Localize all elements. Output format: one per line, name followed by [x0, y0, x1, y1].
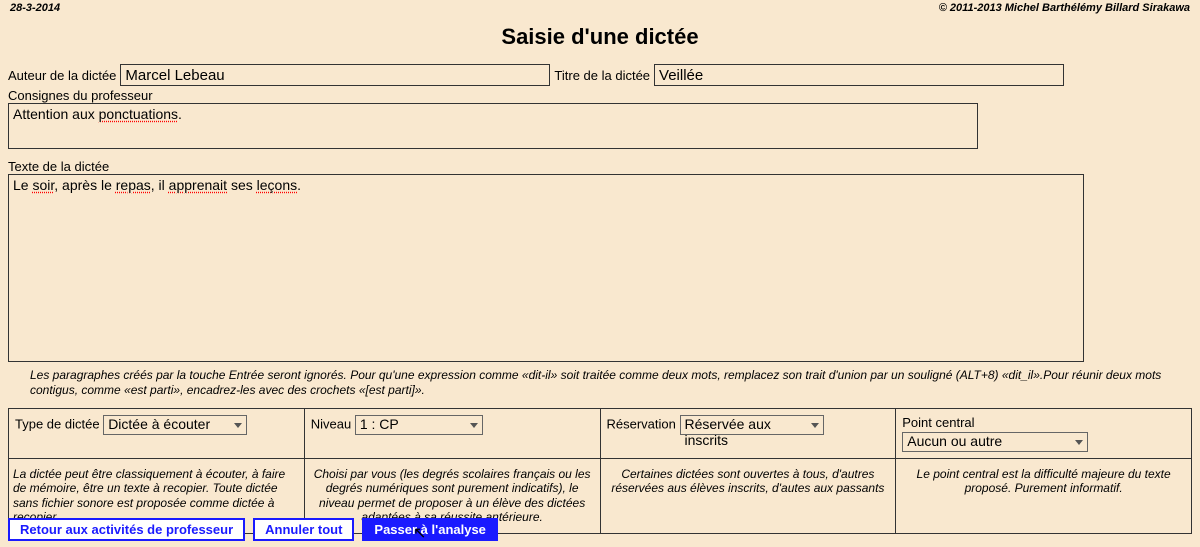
instructions-textarea[interactable]: Attention aux ponctuations. [8, 103, 978, 149]
back-button[interactable]: Retour aux activités de professeur [8, 518, 245, 541]
point-select[interactable]: Aucun ou autre [902, 432, 1088, 452]
analyze-button[interactable]: Passer à l'analyse [362, 518, 498, 541]
instructions-label: Consignes du professeur [0, 88, 1200, 103]
page-date: 28-3-2014 [10, 2, 60, 14]
dictation-textarea[interactable]: Le soir, après le repas, il apprenait se… [8, 174, 1084, 362]
title-label: Titre de la dictée [554, 68, 650, 83]
point-label: Point central [902, 415, 1185, 430]
level-label: Niveau [311, 416, 351, 431]
reservation-select[interactable]: Réservée aux inscrits [680, 415, 824, 435]
author-label: Auteur de la dictée [8, 68, 116, 83]
level-select[interactable]: 1 : CP [355, 415, 483, 435]
author-input[interactable] [120, 64, 550, 86]
page-title: Saisie d'une dictée [0, 24, 1200, 50]
dictation-label: Texte de la dictée [0, 159, 1200, 174]
reservation-label: Réservation [607, 416, 676, 431]
copyright-text: © 2011-2013 Michel Barthélémy Billard Si… [939, 2, 1190, 14]
title-input[interactable] [654, 64, 1064, 86]
hint-text: Les paragraphes créés par la touche Entr… [0, 362, 1200, 404]
cancel-button[interactable]: Annuler tout [253, 518, 354, 541]
options-table: Type de dictée Dictée à écouter Niveau 1… [8, 408, 1192, 534]
reservation-desc: Certaines dictées sont ouvertes à tous, … [600, 459, 896, 534]
type-select[interactable]: Dictée à écouter [103, 415, 247, 435]
point-desc: Le point central est la difficulté majeu… [896, 459, 1192, 534]
type-label: Type de dictée [15, 416, 100, 431]
